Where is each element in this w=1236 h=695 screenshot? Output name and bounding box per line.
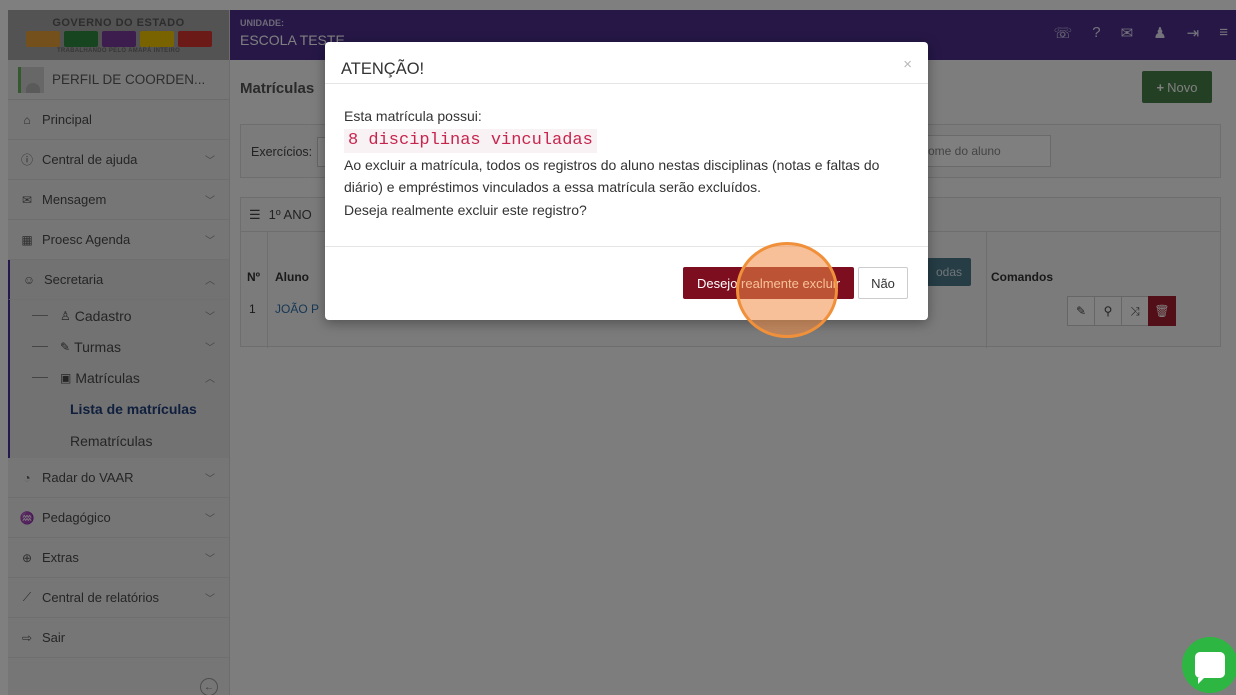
chat-widget-button[interactable] bbox=[1182, 637, 1236, 693]
confirm-delete-modal: ATENÇÃO! × Esta matrícula possui: 8 disc… bbox=[325, 42, 928, 320]
close-icon[interactable]: × bbox=[903, 56, 912, 73]
linked-disciplines-count: 8 disciplinas vinculadas bbox=[344, 128, 597, 153]
click-indicator bbox=[736, 242, 838, 338]
modal-body: Esta matrícula possui: 8 disciplinas vin… bbox=[344, 105, 914, 221]
modal-line2: Ao excluir a matrícula, todos os registr… bbox=[344, 156, 880, 196]
modal-line3: Deseja realmente excluir este registro? bbox=[344, 201, 587, 218]
chat-icon bbox=[1195, 652, 1225, 684]
modal-line1: Esta matrícula possui: bbox=[344, 108, 482, 124]
modal-title: ATENÇÃO! bbox=[341, 60, 425, 78]
cancel-button[interactable]: Não bbox=[858, 267, 908, 299]
